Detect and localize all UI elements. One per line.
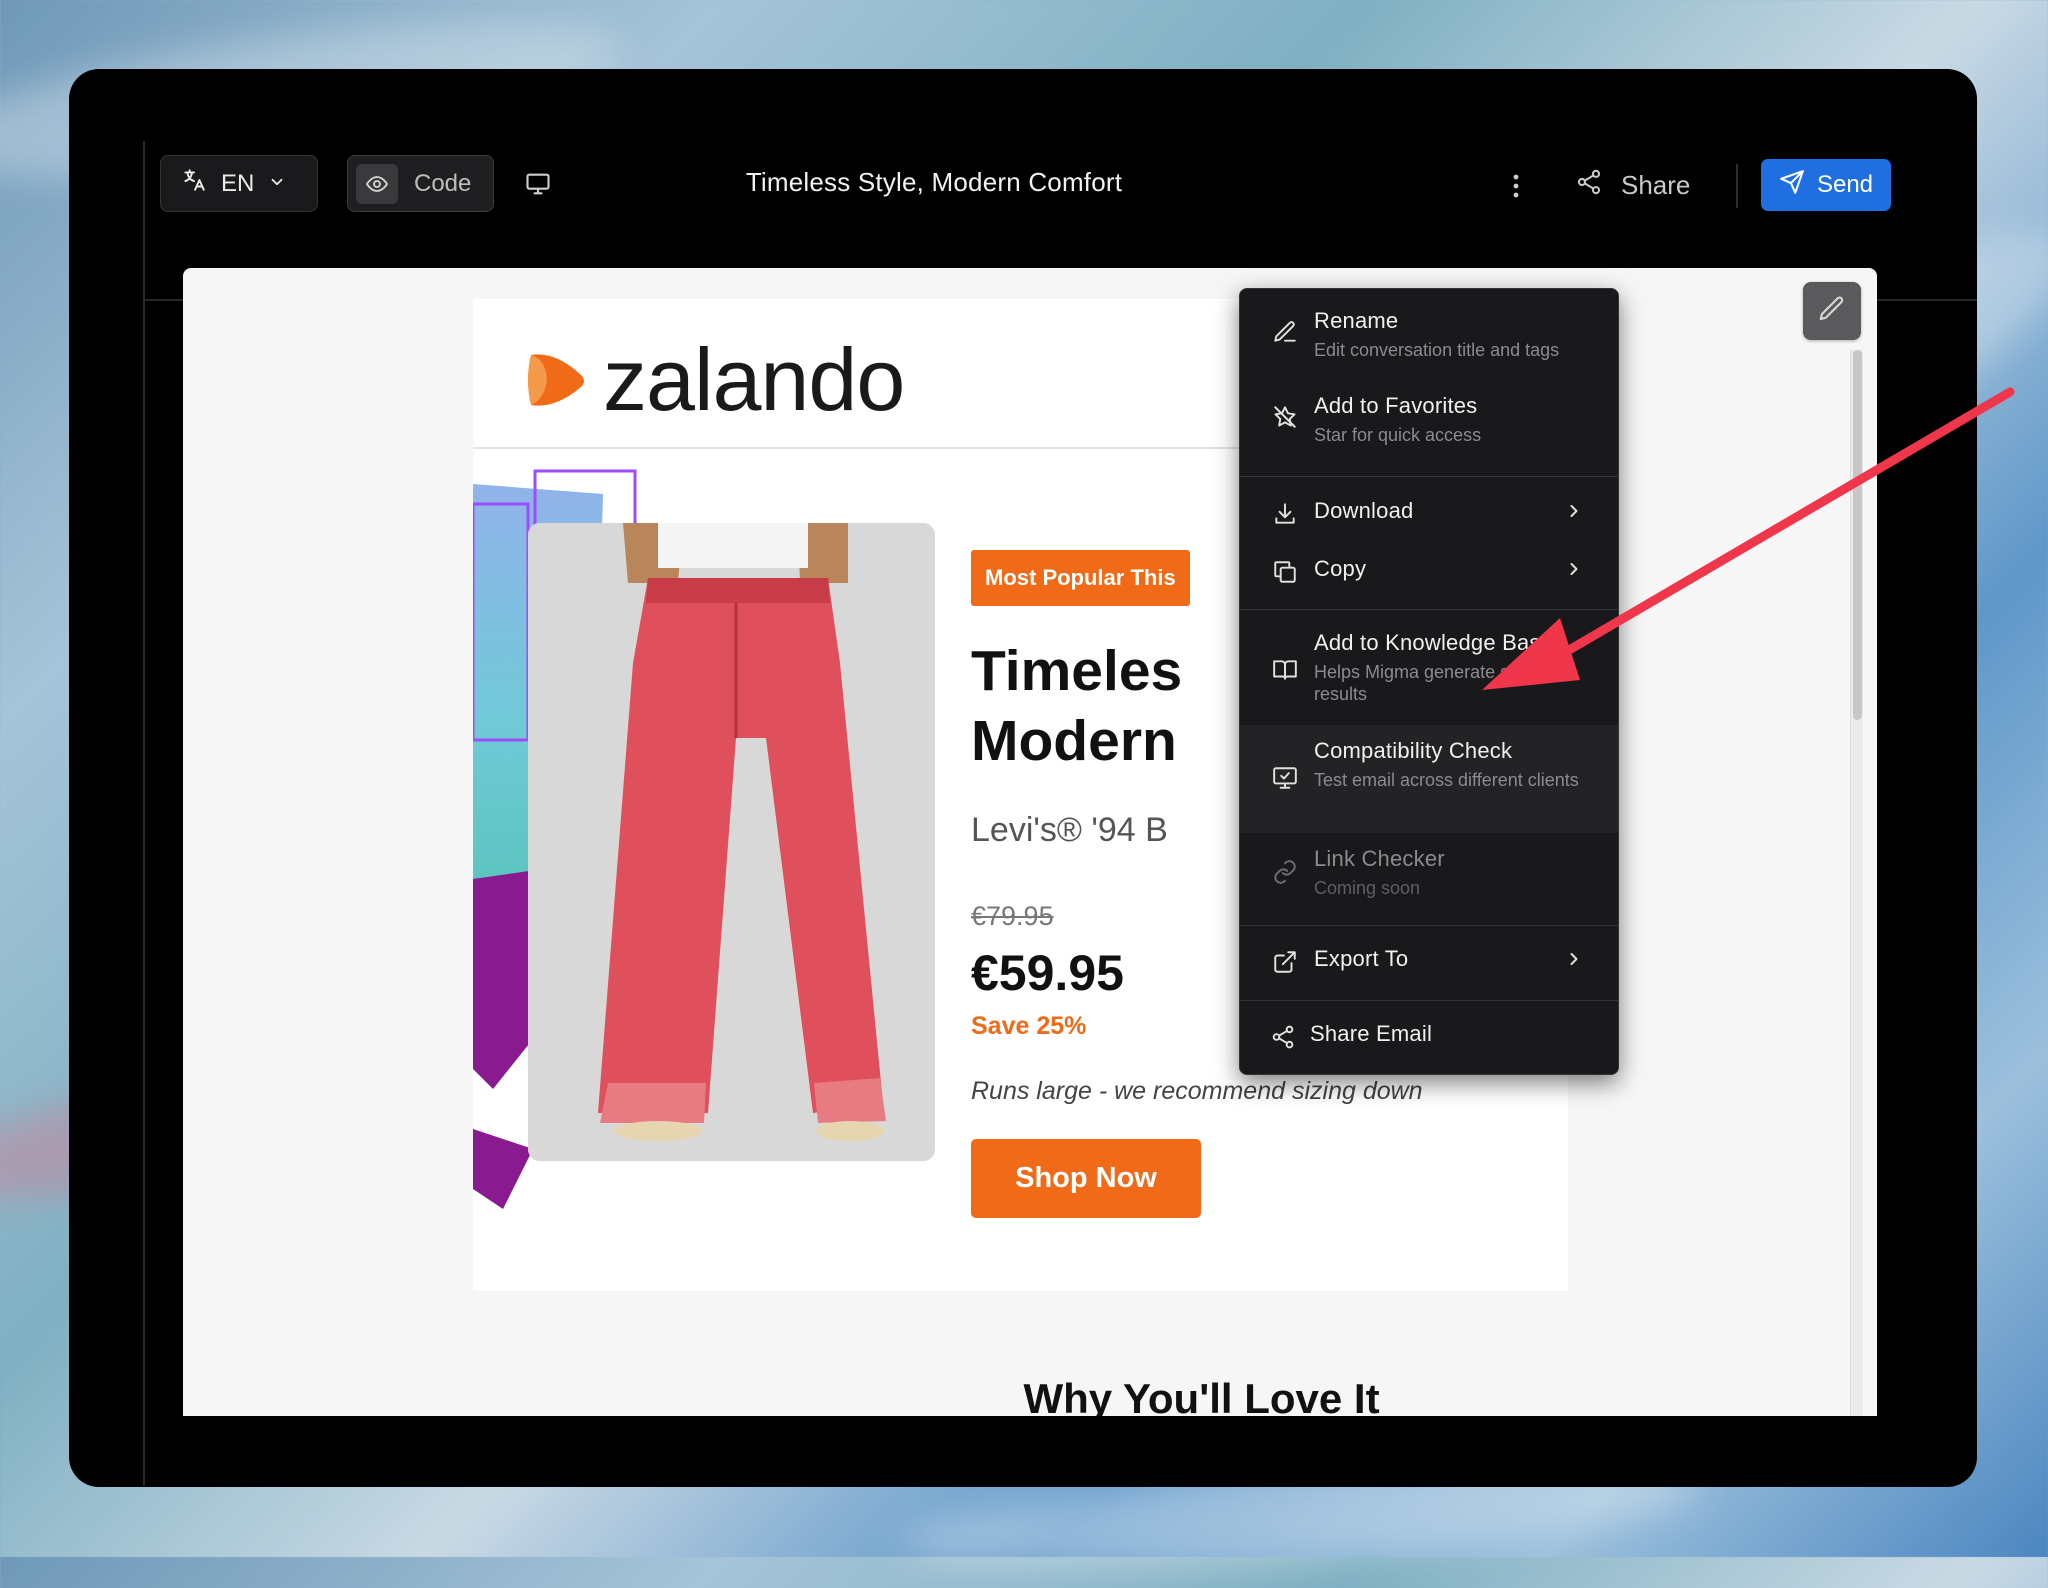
page-title: Timeless Style, Modern Comfort xyxy=(745,167,1123,197)
external-link-icon xyxy=(1270,947,1300,977)
code-toggle[interactable]: Code xyxy=(347,155,494,212)
toolbar-separator xyxy=(1736,164,1738,208)
menu-label: Add to Knowledge Base xyxy=(1314,630,1554,655)
star-off-icon xyxy=(1270,402,1300,432)
menu-label: Add to Favorites xyxy=(1314,393,1478,418)
link-icon xyxy=(1270,857,1300,887)
original-price: €79.95 xyxy=(971,901,1054,931)
email-preview-canvas: zalando Most Popular This Timeles Modern… xyxy=(183,268,1877,1416)
menu-description: Edit conversation title and tags xyxy=(1314,340,1560,360)
menu-separator xyxy=(1240,1000,1618,1001)
section-heading: Why You'll Love It xyxy=(1023,1375,1380,1416)
menu-label: Share Email xyxy=(1310,1021,1433,1046)
chevron-right-icon xyxy=(1564,949,1584,974)
brand-logo-text: zalando xyxy=(603,330,905,429)
menu-item-add-to-knowledge-base[interactable]: Add to Knowledge Base Helps Migma genera… xyxy=(1240,629,1618,725)
promo-badge: Most Popular This xyxy=(971,550,1190,606)
share-icon xyxy=(1575,168,1603,203)
share-icon xyxy=(1268,1022,1298,1052)
download-icon xyxy=(1270,499,1300,529)
scroll-thumb[interactable] xyxy=(1853,350,1862,720)
menu-item-export-to[interactable]: Export To xyxy=(1240,945,1618,985)
menu-label: Compatibility Check xyxy=(1314,738,1513,763)
book-icon xyxy=(1270,655,1300,685)
app-window: EN Code Timeless Style, Modern Comfort S… xyxy=(69,69,1977,1487)
monitor-icon[interactable] xyxy=(521,167,555,201)
share-label: Share xyxy=(1621,169,1691,200)
email-headline: Timeles Modern xyxy=(971,639,1183,773)
pencil-icon xyxy=(1270,317,1300,347)
chevron-right-icon xyxy=(1564,559,1584,584)
product-subtitle: Levi's® '94 B xyxy=(971,811,1168,849)
preview-scrollbar[interactable] xyxy=(1850,350,1863,1416)
copy-icon xyxy=(1270,557,1300,587)
menu-label: Rename xyxy=(1314,308,1399,333)
chevron-right-icon xyxy=(1564,501,1584,526)
menu-item-download[interactable]: Download xyxy=(1240,497,1618,537)
chevron-down-icon xyxy=(268,170,286,198)
send-label: Send xyxy=(1816,171,1874,198)
menu-item-copy[interactable]: Copy xyxy=(1240,555,1618,595)
monitor-check-icon xyxy=(1270,763,1300,793)
menu-separator xyxy=(1240,925,1618,926)
language-label: EN xyxy=(221,169,255,197)
language-selector[interactable]: EN xyxy=(160,155,318,212)
share-button[interactable]: Share xyxy=(1575,163,1690,207)
menu-item-compatibility-check[interactable]: Compatibility Check Test email across di… xyxy=(1240,725,1618,833)
eye-icon[interactable] xyxy=(356,163,398,204)
menu-item-rename[interactable]: Rename Edit conversation title and tags xyxy=(1240,307,1618,377)
translate-icon xyxy=(181,167,207,200)
pencil-icon xyxy=(1817,294,1847,329)
product-image xyxy=(528,523,935,1161)
menu-separator xyxy=(1240,609,1618,610)
menu-item-link-checker: Link Checker Coming soon xyxy=(1240,845,1618,915)
send-icon xyxy=(1779,169,1805,202)
menu-description: Helps Migma generate similar results xyxy=(1314,662,1553,704)
menu-description: Test email across different clients xyxy=(1314,770,1579,790)
menu-separator xyxy=(1240,476,1618,477)
menu-item-share-email[interactable]: Share Email xyxy=(1240,1020,1618,1060)
sizing-note: Runs large - we recommend sizing down xyxy=(971,1077,1423,1105)
options-menu: Rename Edit conversation title and tags … xyxy=(1239,288,1619,1075)
menu-item-add-to-favorites[interactable]: Add to Favorites Star for quick access xyxy=(1240,392,1618,462)
code-label: Code xyxy=(414,169,472,197)
menu-description: Coming soon xyxy=(1314,878,1421,898)
sidebar-divider xyxy=(143,141,145,1486)
zalando-logo-icon xyxy=(528,354,584,406)
shop-now-button[interactable]: Shop Now xyxy=(971,1139,1201,1218)
sale-price: €59.95 xyxy=(971,945,1124,1001)
send-button[interactable]: Send xyxy=(1761,159,1891,211)
more-vertical-icon[interactable] xyxy=(1504,169,1528,203)
menu-description: Star for quick access xyxy=(1314,425,1482,445)
edit-button[interactable] xyxy=(1803,282,1861,340)
discount-text: Save 25% xyxy=(971,1012,1087,1040)
menu-label: Link Checker xyxy=(1314,846,1445,871)
